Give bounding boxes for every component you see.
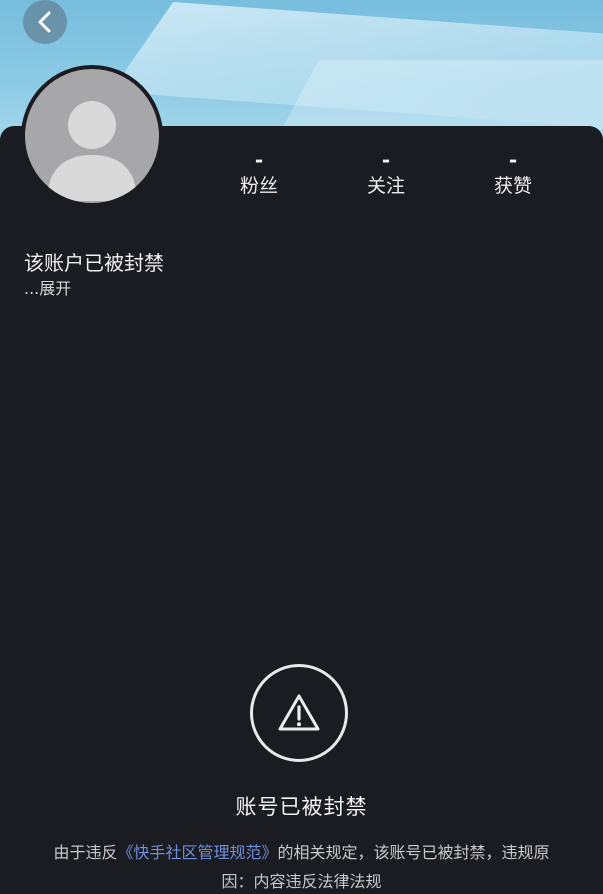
profile-page: - 粉丝 - 关注 - 获赞 该账户已被封禁 ...展开 账号已被封禁 由于违反… — [0, 0, 603, 894]
notice-text-before: 由于违反 — [53, 843, 118, 862]
stat-likes-value: - — [508, 148, 518, 172]
stat-likes-label: 获赞 — [493, 175, 532, 197]
profile-bio: 该账户已被封禁 — [24, 251, 164, 275]
warning-badge — [250, 664, 348, 762]
stat-fans[interactable]: - 粉丝 — [219, 150, 299, 198]
avatar[interactable] — [21, 65, 163, 207]
stat-likes[interactable]: - 获赞 — [473, 150, 553, 198]
stat-following-label: 关注 — [366, 175, 405, 197]
banner-cloud-shape — [281, 60, 603, 130]
ban-notice-text: 由于违反《快手社区管理规范》的相关规定，该账号已被封禁，违规原因：内容违反法律法… — [50, 838, 553, 894]
stat-fans-label: 粉丝 — [239, 175, 278, 197]
warning-triangle-icon — [278, 694, 320, 731]
stat-fans-value: - — [254, 148, 264, 172]
back-button[interactable] — [23, 0, 67, 44]
expand-bio-link[interactable]: ...展开 — [24, 278, 71, 300]
stat-following[interactable]: - 关注 — [346, 150, 426, 198]
banned-title: 账号已被封禁 — [235, 795, 368, 819]
chevron-left-icon — [38, 11, 51, 33]
stat-following-value: - — [381, 148, 391, 172]
community-rules-link[interactable]: 《快手社区管理规范》 — [117, 843, 277, 862]
default-user-avatar-icon — [25, 69, 159, 203]
profile-sheet — [0, 126, 603, 894]
